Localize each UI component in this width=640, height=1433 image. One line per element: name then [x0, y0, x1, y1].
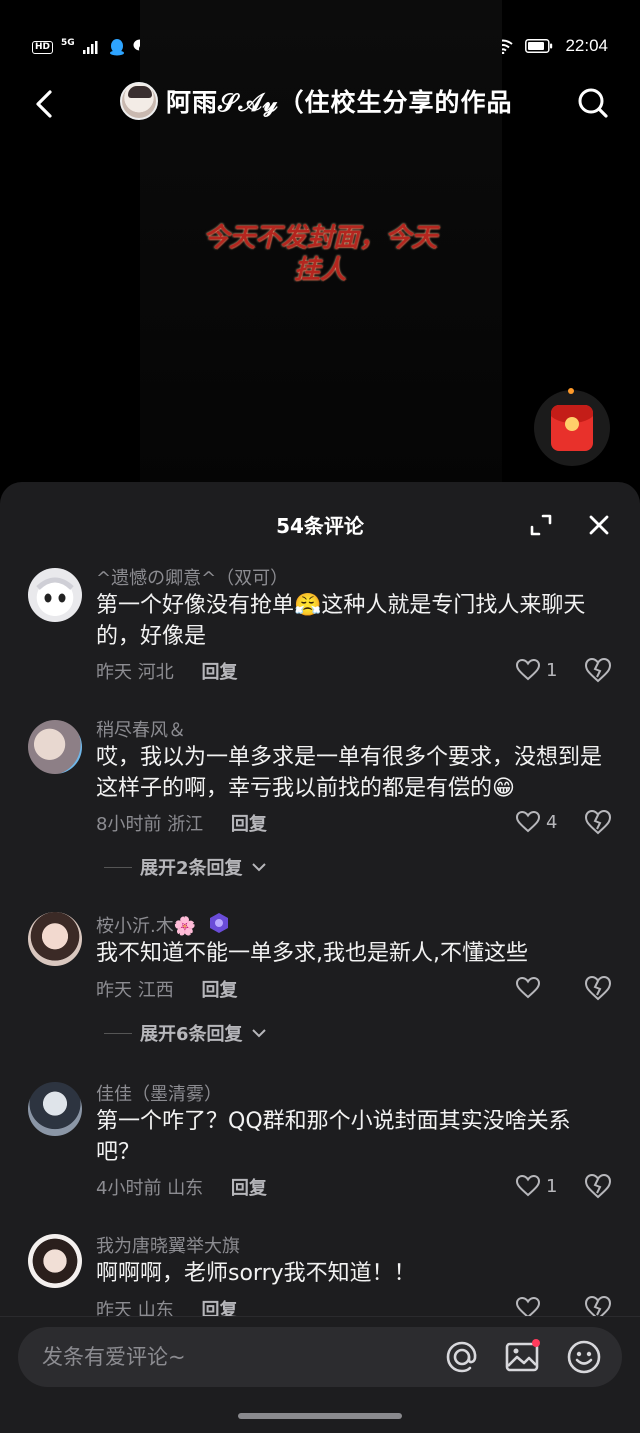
heart-icon: [516, 659, 540, 681]
comment-meta: 4小时前 山东 回复: [96, 1174, 267, 1200]
comment-username[interactable]: ^遗憾の卿意^（双可）: [96, 564, 288, 590]
at-icon[interactable]: [444, 1339, 480, 1375]
like-button[interactable]: 4: [516, 808, 562, 836]
comment-location: 河北: [137, 662, 174, 683]
header: 阿雨𝒮𝒜𝓎（住校生分享的作品: [0, 78, 640, 128]
signal-icon: [82, 41, 98, 54]
heart-icon: [516, 1175, 540, 1197]
comment-location: 浙江: [167, 814, 204, 835]
comment-text[interactable]: 第一个好像没有抢单😤这种人就是专门找人来聊天的，好像是: [96, 590, 611, 652]
expand-replies-label: 展开6条回复: [140, 1024, 243, 1045]
qq-icon: [109, 39, 124, 56]
avatar[interactable]: [28, 1234, 82, 1288]
broken-heart-icon[interactable]: [584, 656, 612, 684]
comment-text[interactable]: 啊啊啊，老师sorry我不知道！！: [96, 1258, 611, 1289]
red-packet-icon: [551, 405, 593, 451]
chevron-left-icon[interactable]: [28, 84, 64, 124]
comment-time: 昨天: [96, 662, 132, 683]
emoji-icon[interactable]: [566, 1339, 602, 1375]
comment-username[interactable]: 佳佳（墨清雾）: [96, 1080, 222, 1106]
broken-heart-icon[interactable]: [584, 808, 612, 836]
broken-heart-icon[interactable]: [584, 1172, 612, 1200]
video-caption: 今天不发封面，今天 挂人: [0, 222, 640, 286]
like-count: 1: [546, 1175, 558, 1197]
red-packet-button[interactable]: [534, 390, 610, 466]
broken-heart-icon[interactable]: [584, 974, 612, 1002]
chevron-down-icon: [251, 863, 266, 872]
comment-username[interactable]: 稍尽春风＆: [96, 716, 186, 742]
expand-replies-label: 展开2条回复: [140, 858, 243, 879]
hd-badge: HD: [32, 40, 54, 54]
comment-location: 江西: [137, 980, 174, 1001]
reply-button[interactable]: 回复: [201, 980, 237, 1001]
expand-icon[interactable]: [528, 512, 554, 538]
notification-dot: [568, 388, 574, 394]
comment-text[interactable]: 哎，我以为一单多求是一单有很多个要求，没想到是这样子的啊，幸亏我以前找的都是有偿…: [96, 742, 611, 804]
comment-input-placeholder: 发条有爱评论~: [42, 1345, 186, 1369]
author-avatar[interactable]: [120, 82, 158, 120]
comment-time: 8小时前: [96, 814, 162, 835]
badge-icon: [210, 913, 228, 933]
image-icon[interactable]: [504, 1339, 540, 1375]
reply-button[interactable]: 回复: [231, 1178, 267, 1199]
network-type: 5G: [61, 37, 75, 48]
home-indicator[interactable]: [238, 1413, 402, 1419]
like-button[interactable]: 1: [516, 1172, 562, 1200]
avatar[interactable]: [28, 912, 82, 966]
heart-icon: [516, 811, 540, 833]
battery-icon: [525, 39, 553, 53]
avatar[interactable]: [28, 1082, 82, 1136]
comment-time: 4小时前: [96, 1178, 162, 1199]
comment-meta: 8小时前 浙江 回复: [96, 810, 267, 836]
author-link[interactable]: 阿雨𝒮𝒜𝓎（住校生分享的作品: [120, 82, 513, 120]
like-count: 4: [546, 811, 558, 833]
chevron-down-icon: [251, 1029, 266, 1038]
comment-input[interactable]: 发条有爱评论~: [18, 1327, 622, 1387]
video-caption-line: 今天不发封面，今天: [202, 223, 437, 253]
comments-panel: 54条评论 ^遗憾の卿意^（双可） 第一个好像没有抢单😤这种人就是专门找人来聊天…: [0, 482, 640, 1433]
like-button[interactable]: 1: [516, 656, 562, 684]
like-button[interactable]: [516, 974, 562, 1002]
clock: 22:04: [565, 36, 608, 55]
reply-button[interactable]: 回复: [231, 814, 267, 835]
comment-time: 昨天: [96, 980, 132, 1001]
comment-username[interactable]: 桉小沂.木🌸: [96, 912, 196, 938]
reply-button[interactable]: 回复: [201, 662, 237, 683]
expand-replies-button[interactable]: 展开6条回复: [104, 1020, 267, 1046]
page-title: 阿雨𝒮𝒜𝓎（住校生分享的作品: [166, 88, 513, 117]
comment-text[interactable]: 我不知道不能一单多求,我也是新人,不懂这些: [96, 938, 611, 969]
heart-icon: [516, 977, 540, 999]
comment-meta: 昨天 江西 回复: [96, 976, 237, 1002]
comment-input-bar: 发条有爱评论~: [0, 1316, 640, 1433]
comment-text[interactable]: 第一个咋了？QQ群和那个小说封面其实没啥关系吧？: [96, 1106, 611, 1168]
avatar[interactable]: [28, 568, 82, 622]
search-icon[interactable]: [576, 86, 610, 120]
close-icon[interactable]: [586, 512, 612, 538]
avatar[interactable]: [28, 720, 82, 774]
like-count: 1: [546, 659, 558, 681]
comment-meta: 昨天 河北 回复: [96, 658, 237, 684]
comment-location: 山东: [167, 1178, 204, 1199]
expand-replies-button[interactable]: 展开2条回复: [104, 854, 267, 880]
comment-username[interactable]: 我为唐晓翼举大旗: [96, 1232, 240, 1258]
video-caption-line: 挂人: [293, 255, 346, 285]
